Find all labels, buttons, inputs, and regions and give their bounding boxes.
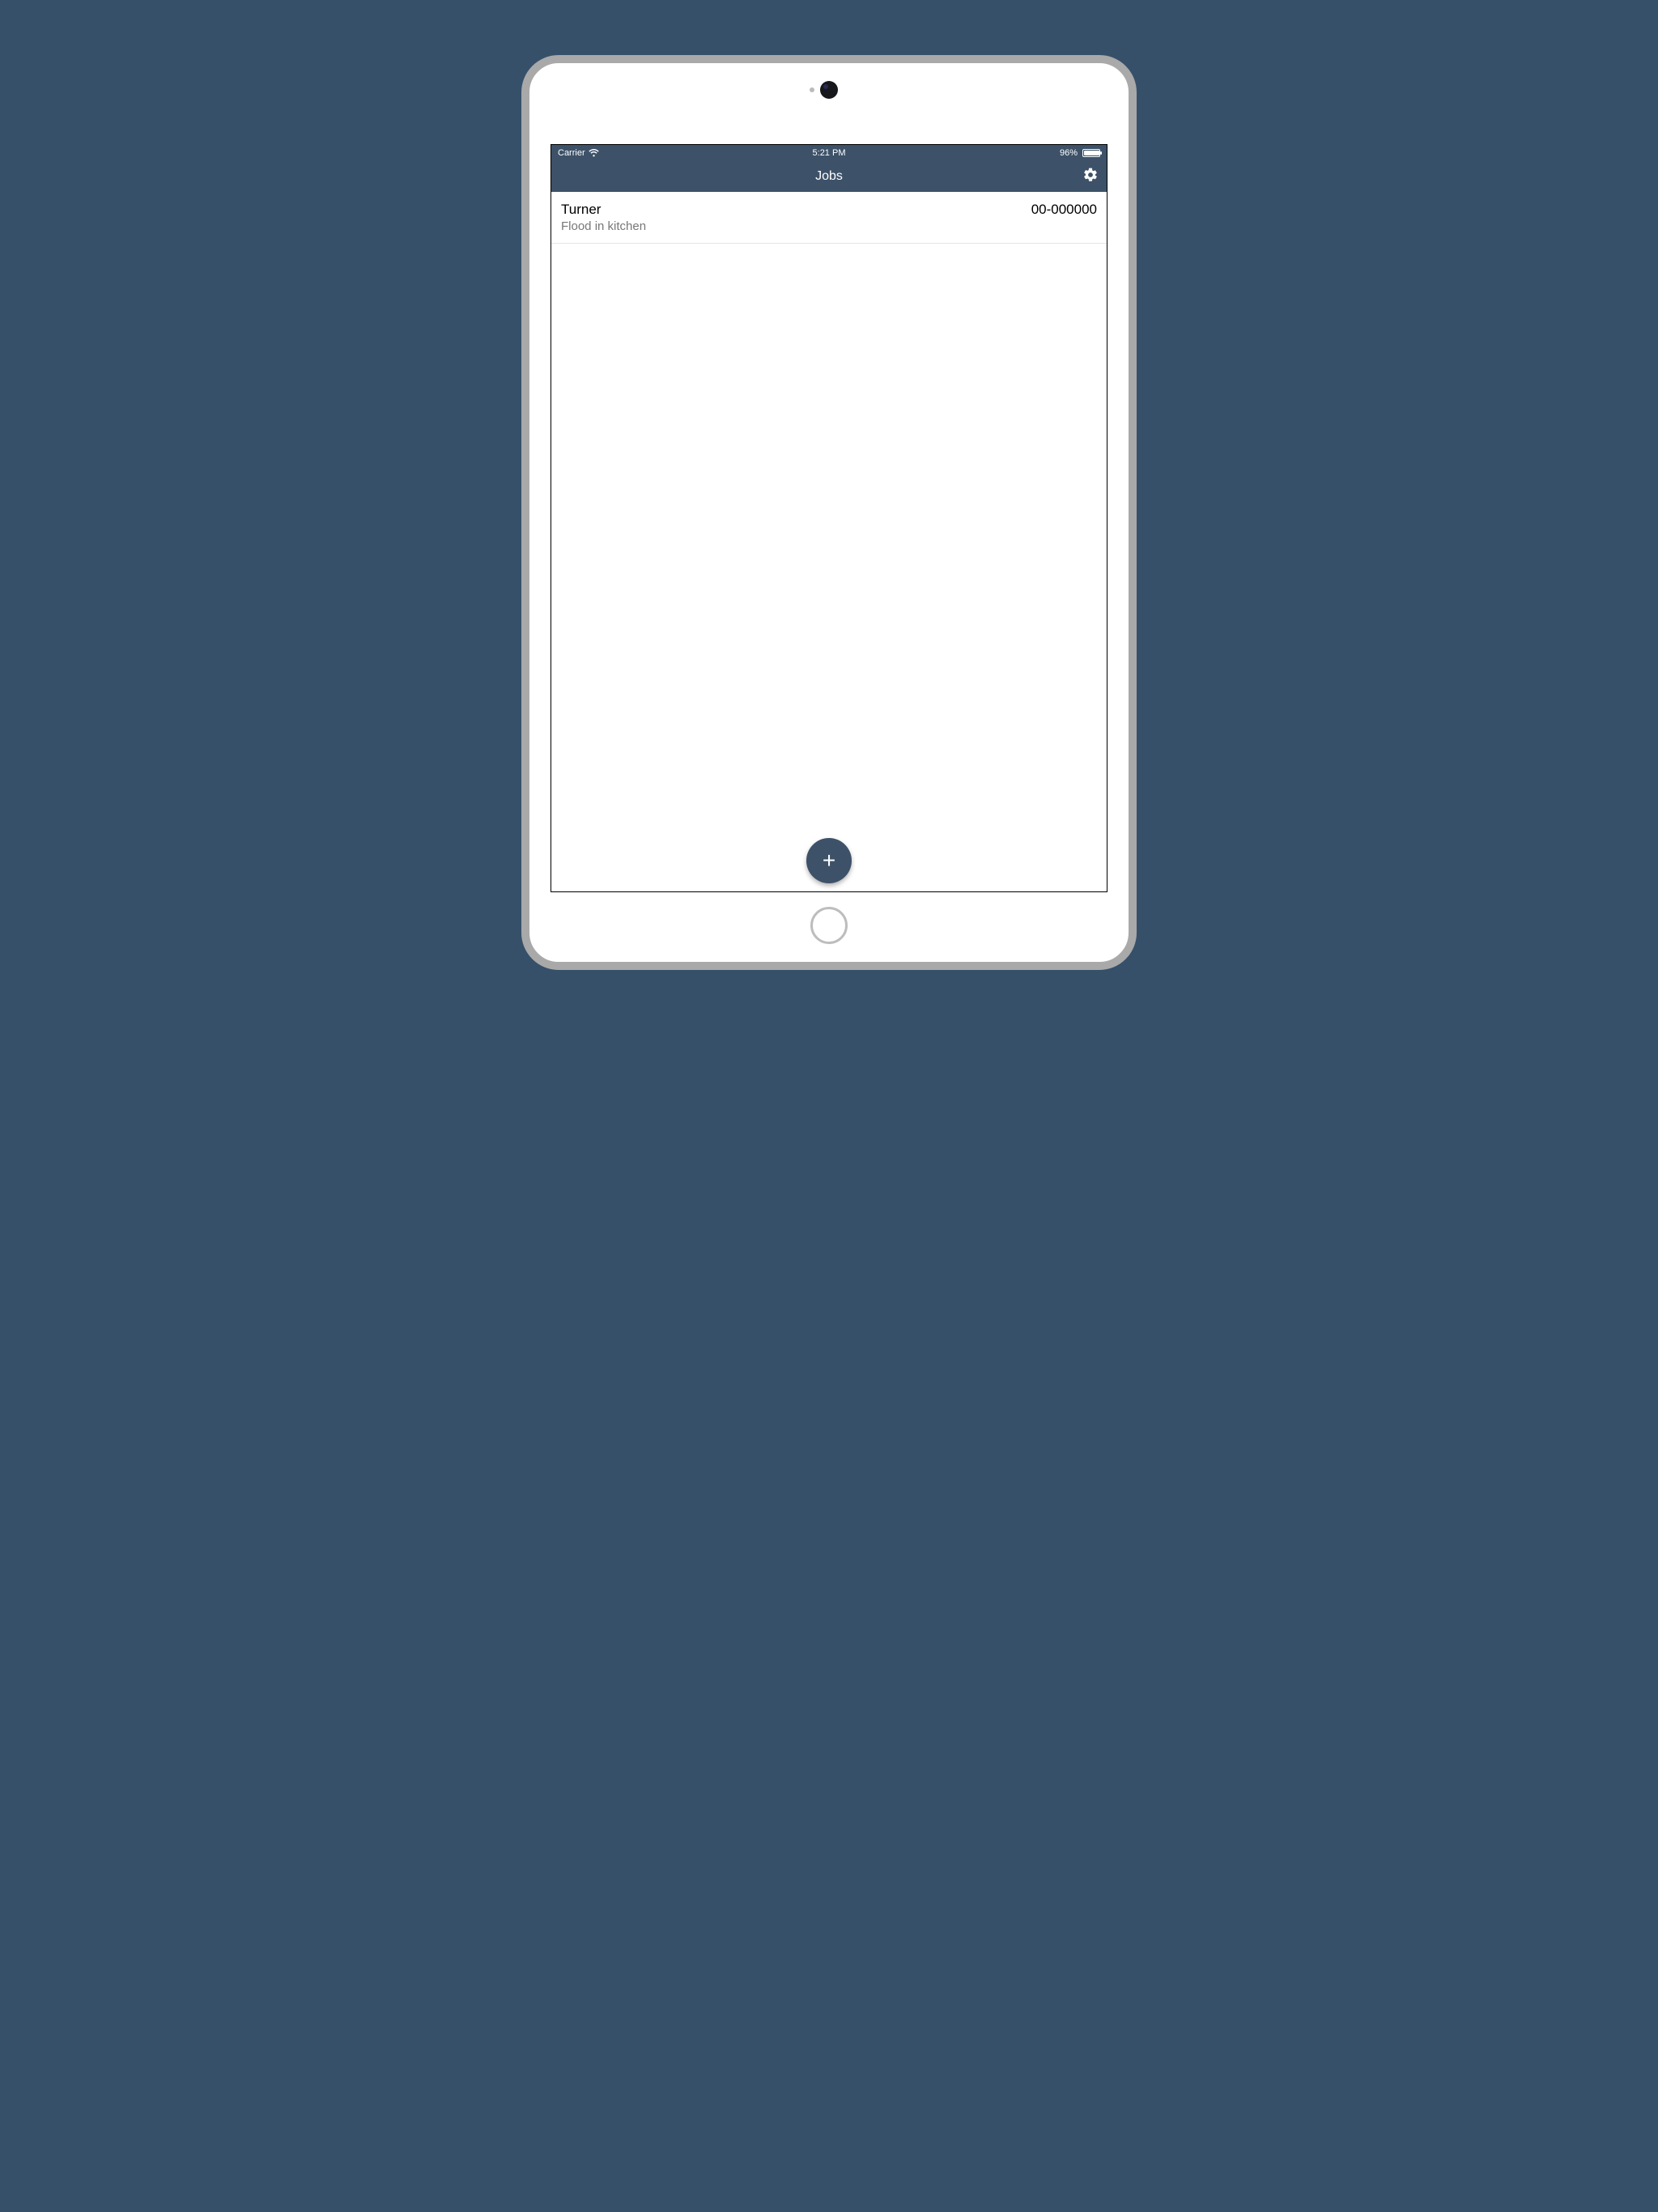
- status-left: Carrier: [558, 148, 599, 158]
- status-right: 96%: [1060, 148, 1100, 158]
- carrier-label: Carrier: [558, 148, 585, 158]
- wifi-icon: [589, 149, 599, 157]
- list-item[interactable]: Turner Flood in kitchen 00-000000: [551, 192, 1107, 244]
- sensor-dot: [810, 87, 814, 92]
- plus-icon: +: [823, 849, 835, 872]
- page-title: Jobs: [815, 169, 843, 184]
- nav-bar: Jobs: [551, 161, 1107, 192]
- status-bar: Carrier 5:21 PM 96%: [551, 145, 1107, 161]
- job-id: 00-000000: [1022, 202, 1097, 218]
- app-screen: Carrier 5:21 PM 96% Jobs: [551, 144, 1107, 892]
- battery-percent: 96%: [1060, 148, 1078, 158]
- status-time: 5:21 PM: [813, 148, 846, 158]
- home-button[interactable]: [810, 907, 848, 944]
- settings-button[interactable]: [1081, 167, 1100, 186]
- battery-icon: [1081, 149, 1100, 157]
- job-list[interactable]: Turner Flood in kitchen 00-000000 +: [551, 192, 1107, 891]
- job-name: Turner: [561, 202, 646, 218]
- list-item-main: Turner Flood in kitchen: [561, 202, 646, 233]
- add-job-button[interactable]: +: [806, 838, 852, 883]
- front-camera: [820, 81, 838, 99]
- job-description: Flood in kitchen: [561, 219, 646, 233]
- gear-icon: [1082, 167, 1099, 187]
- tablet-frame: Carrier 5:21 PM 96% Jobs: [521, 55, 1137, 970]
